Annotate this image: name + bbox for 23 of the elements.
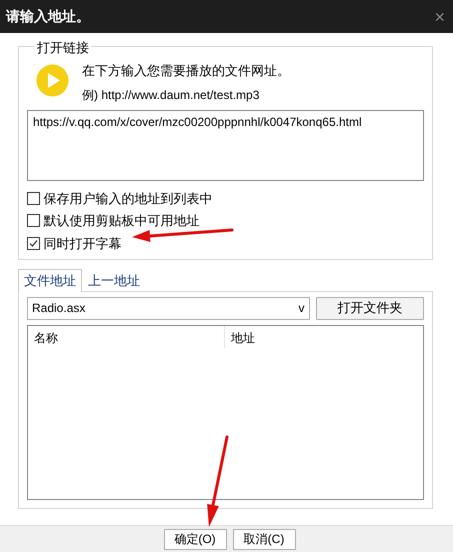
- checkbox[interactable]: [27, 236, 40, 250]
- tab[interactable]: 上一地址: [82, 269, 146, 292]
- url-input[interactable]: https://v.qq.com/x/cover/mzc00200pppnnhl/k0047konq65.html: [27, 110, 424, 181]
- dialog-button[interactable]: 取消(C): [232, 528, 296, 550]
- tab[interactable]: 文件地址: [18, 269, 82, 292]
- checkbox-label: 默认使用剪贴板中可用地址: [43, 212, 200, 230]
- file-dropdown[interactable]: Radio.asx v: [27, 296, 310, 320]
- dropdown-value: Radio.asx: [32, 300, 86, 317]
- example-text: 例) http://www.daum.net/test.mp3: [82, 87, 260, 104]
- checkbox[interactable]: [27, 192, 40, 205]
- column-header: 名称: [28, 326, 225, 348]
- close-button[interactable]: ×: [432, 8, 447, 26]
- checkbox-label: 保存用户输入的地址到列表中: [43, 190, 212, 208]
- checkbox-label: 同时打开字幕: [43, 234, 122, 252]
- play-icon: [36, 64, 69, 96]
- open-folder-button[interactable]: 打开文件夹: [316, 296, 424, 320]
- group-legend: 打开链接: [35, 40, 91, 56]
- dropdown-caret: v: [298, 300, 304, 317]
- window-title: 请输入地址。: [6, 7, 90, 26]
- column-header: 地址: [230, 330, 256, 346]
- checkbox[interactable]: [27, 214, 40, 228]
- dialog-button[interactable]: 确定(O): [164, 528, 226, 550]
- instruction-text: 在下方输入您需要播放的文件网址。: [82, 62, 290, 80]
